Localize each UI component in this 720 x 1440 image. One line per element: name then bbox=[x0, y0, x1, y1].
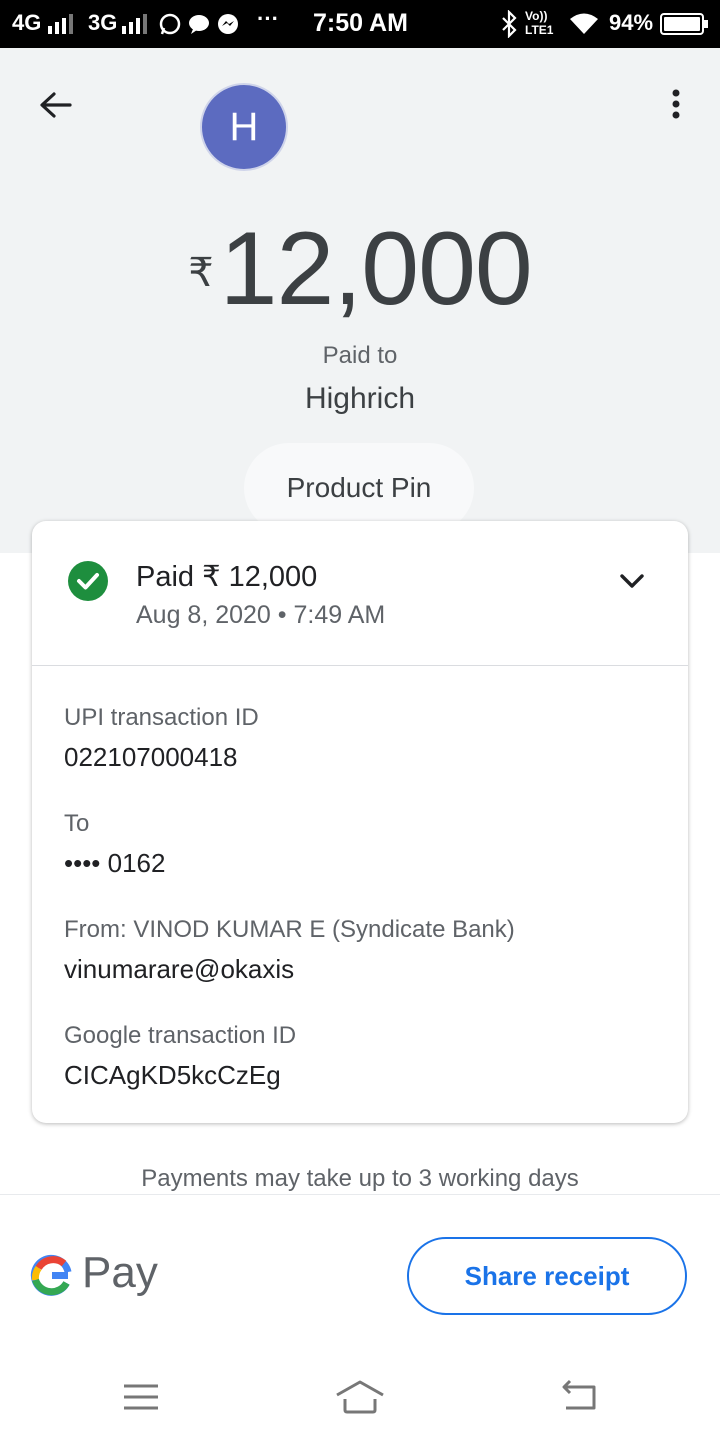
network-4g-label: 4G bbox=[12, 10, 42, 35]
share-receipt-button[interactable]: Share receipt bbox=[407, 1237, 687, 1315]
processing-note: Payments may take up to 3 working days bbox=[141, 1165, 579, 1192]
chevron-down-icon[interactable] bbox=[616, 565, 648, 597]
paid-amount-line: Paid ₹ 12,000 bbox=[136, 561, 318, 593]
transaction-card: Paid ₹ 12,000 Aug 8, 2020 • 7:49 AM UPI … bbox=[32, 521, 688, 1123]
currency-symbol: ₹ bbox=[188, 251, 214, 295]
more-notifications-label: ··· bbox=[257, 6, 279, 31]
detail-label: From: VINOD KUMAR E (Syndicate Bank) bbox=[64, 916, 515, 943]
detail-label: UPI transaction ID bbox=[64, 704, 259, 731]
detail-value: •••• 0162 bbox=[64, 848, 166, 878]
detail-label: Google transaction ID bbox=[64, 1022, 297, 1049]
google-transaction-id-row: Google transaction ID CICAgKD5kcCzEg bbox=[64, 1022, 296, 1091]
pay-wordmark: Pay bbox=[82, 1248, 158, 1297]
upi-transaction-id-row: UPI transaction ID 022107000418 bbox=[64, 704, 259, 773]
more-options-icon[interactable] bbox=[664, 86, 688, 126]
back-nav-icon[interactable] bbox=[554, 1372, 604, 1422]
amount-value: 12,000 bbox=[219, 211, 533, 327]
footer-divider bbox=[0, 1194, 720, 1195]
detail-label: To bbox=[64, 810, 90, 837]
payment-note-chip: Product Pin bbox=[244, 443, 474, 533]
transaction-summary[interactable]: Paid ₹ 12,000 Aug 8, 2020 • 7:49 AM bbox=[32, 521, 688, 666]
from-account-row: From: VINOD KUMAR E (Syndicate Bank) vin… bbox=[64, 916, 515, 985]
battery-icon bbox=[660, 13, 708, 35]
wifi-icon bbox=[570, 13, 598, 34]
messenger-icon bbox=[218, 14, 238, 34]
bluetooth-icon bbox=[502, 10, 517, 38]
payee-avatar: H bbox=[200, 83, 288, 171]
payment-amount: ₹12,000 bbox=[0, 210, 720, 329]
detail-value: 022107000418 bbox=[64, 742, 238, 772]
menu-nav-icon[interactable] bbox=[116, 1372, 166, 1422]
battery-percent: 94% bbox=[609, 10, 654, 35]
clock: 7:50 AM bbox=[313, 9, 408, 37]
volte-label: Vo)) LTE1 bbox=[525, 9, 554, 37]
signal-icon bbox=[48, 14, 73, 34]
whatsapp-icon bbox=[159, 13, 181, 35]
signal-icon bbox=[122, 14, 147, 34]
paid-to-label: Paid to bbox=[322, 342, 398, 369]
message-icon bbox=[189, 15, 209, 34]
network-3g-label: 3G bbox=[88, 10, 118, 35]
success-check-icon bbox=[68, 561, 108, 601]
home-nav-icon[interactable] bbox=[335, 1372, 385, 1422]
google-g-icon bbox=[30, 1254, 72, 1296]
transaction-date: Aug 8, 2020 • 7:49 AM bbox=[136, 601, 386, 629]
back-arrow-icon[interactable] bbox=[36, 86, 76, 126]
detail-value: vinumarare@okaxis bbox=[64, 954, 295, 984]
status-bar: 4G 3G ··· 7:50 AM Vo)) LTE1 94% bbox=[0, 0, 720, 48]
detail-value: CICAgKD5kcCzEg bbox=[64, 1060, 281, 1090]
to-account-row: To •••• 0162 bbox=[64, 810, 165, 879]
payee-name: Highrich bbox=[304, 382, 416, 415]
